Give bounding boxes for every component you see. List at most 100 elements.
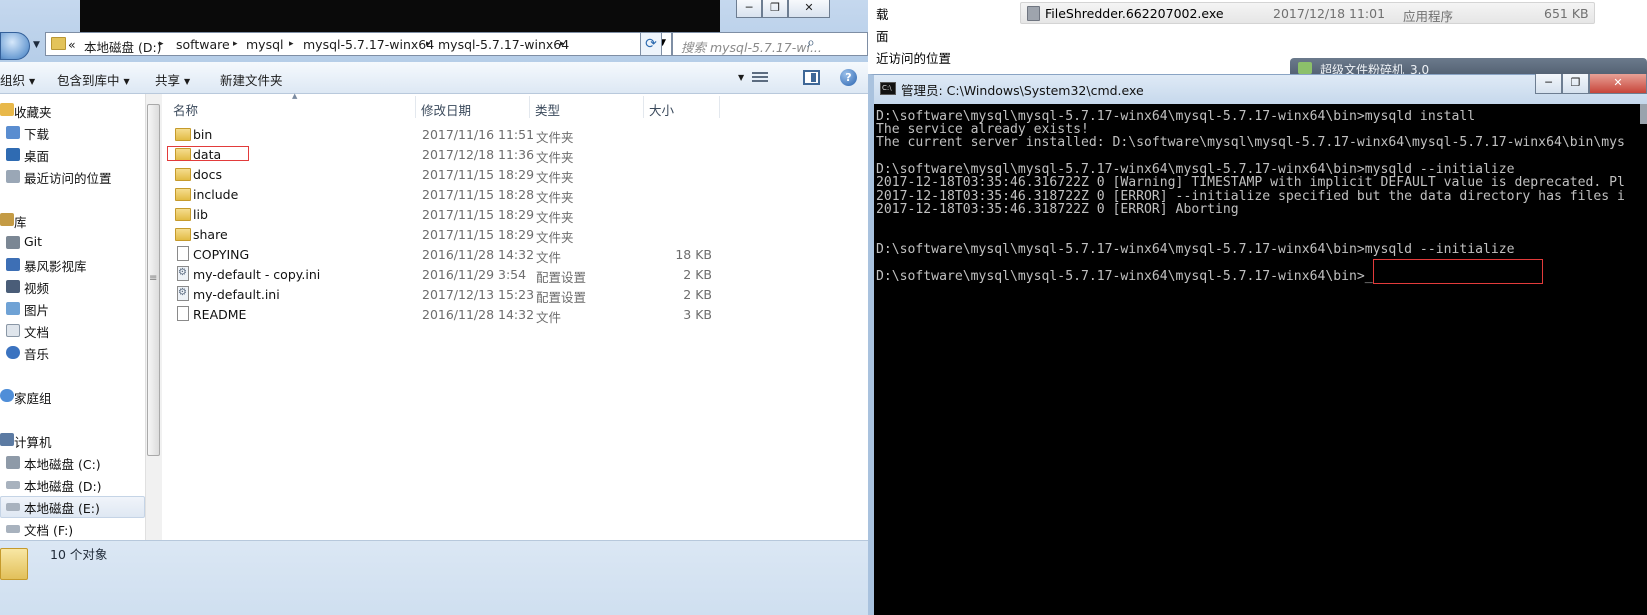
cmd-minimize-button[interactable]: ─ <box>1535 74 1562 94</box>
back-button[interactable] <box>0 32 30 60</box>
nav-item-desktop[interactable]: 桌面 <box>24 146 49 165</box>
view-dropdown-icon[interactable]: ▼ <box>738 73 744 82</box>
folder-icon <box>175 168 191 181</box>
organize-menu[interactable]: 组织 ▼ <box>0 70 35 89</box>
cmd-line: D:\software\mysql\mysql-5.7.17-winx64\my… <box>876 242 1515 257</box>
cmd-title: 管理员: C:\Windows\System32\cmd.exe <box>901 83 1144 98</box>
nav-scrollbar-thumb[interactable] <box>147 104 160 456</box>
shredder-app-icon <box>1298 62 1312 74</box>
column-divider[interactable] <box>415 96 416 118</box>
breadcrumb-mysql-5717[interactable]: mysql-5.7.17-winx64 <box>303 37 434 52</box>
file-row[interactable]: COPYING 2016/11/28 14:32 文件 18 KB <box>172 244 732 265</box>
nav-item-drive-e[interactable]: 本地磁盘 (E:) <box>24 498 100 517</box>
preview-pane-icon[interactable] <box>803 70 820 85</box>
cmd-output[interactable]: D:\software\mysql\mysql-5.7.17-winx64\my… <box>876 110 1647 615</box>
pictures-icon <box>6 302 20 315</box>
nav-item-downloads[interactable]: 下载 <box>24 124 49 143</box>
nav-item-storm[interactable]: 暴风影视库 <box>24 256 87 275</box>
cmd-close-button[interactable]: ✕ <box>1589 74 1647 94</box>
drive-d-icon <box>6 481 20 489</box>
nav-item-drive-f[interactable]: 文档 (F:) <box>24 520 73 539</box>
file-row[interactable]: docs 2017/11/15 18:29 文件夹 <box>172 164 732 185</box>
nav-item-recent[interactable]: 最近访问的位置 <box>24 168 112 187</box>
file-row[interactable]: lib 2017/11/15 18:29 文件夹 <box>172 204 732 225</box>
column-header-name[interactable]: 名称 <box>173 100 198 119</box>
nav-item-computer[interactable]: 计算机 <box>14 432 52 451</box>
file-name: README <box>193 307 247 322</box>
settings-file-icon <box>177 286 189 301</box>
breadcrumb-arrow-icon[interactable]: ▸ <box>560 39 565 49</box>
file-name: share <box>193 227 228 242</box>
nav-item-drive-c[interactable]: 本地磁盘 (C:) <box>24 454 101 473</box>
breadcrumb-mysql[interactable]: mysql <box>246 37 284 52</box>
file-date: 2017/11/16 11:51 <box>422 127 535 142</box>
background-file-row[interactable]: FileShredder.662207002.exe 2017/12/18 11… <box>1020 2 1595 24</box>
refresh-button[interactable]: ⟳ <box>640 32 662 56</box>
breadcrumb-mysql-5717-inner[interactable]: mysql-5.7.17-winx64 <box>438 37 569 52</box>
column-divider[interactable] <box>529 96 530 118</box>
file-date: 2017/12/18 11:36 <box>422 147 535 162</box>
favorites-star-icon <box>0 103 14 116</box>
bg-nav-item-recent[interactable]: 近访问的位置 <box>876 48 951 67</box>
desktop-icon <box>6 148 20 161</box>
nav-item-documents[interactable]: 文档 <box>24 322 49 341</box>
search-icon[interactable]: ⌕ <box>807 35 815 51</box>
cmd-line: D:\software\mysql\mysql-5.7.17-winx64\my… <box>876 269 1373 284</box>
cmd-maximize-button[interactable]: ❐ <box>1562 74 1589 94</box>
libraries-icon <box>0 213 14 226</box>
file-row[interactable]: data 2017/12/18 11:36 文件夹 <box>172 144 732 165</box>
breadcrumb-software[interactable]: software <box>176 37 230 52</box>
search-placeholder: 搜索 mysql-5.7.17-wi... <box>681 40 822 55</box>
history-dropdown-icon[interactable]: ▼ <box>33 40 40 50</box>
column-divider[interactable] <box>719 96 720 118</box>
nav-item-favorites[interactable]: 收藏夹 <box>14 102 52 121</box>
breadcrumb-arrow-icon[interactable]: ▸ <box>289 39 294 49</box>
nav-item-music[interactable]: 音乐 <box>24 344 49 363</box>
nav-item-git[interactable]: Git <box>24 234 42 249</box>
breadcrumb-arrow-icon[interactable]: ▸ <box>233 39 238 49</box>
breadcrumb-overflow[interactable]: « <box>68 37 76 52</box>
minimize-button[interactable]: ─ <box>736 0 762 18</box>
column-header-size[interactable]: 大小 <box>649 100 674 119</box>
file-date: 2016/11/28 14:32 <box>422 307 535 322</box>
file-row[interactable]: my-default.ini2017/12/13 15:23配置设置2 KB <box>172 284 732 305</box>
nav-item-libraries[interactable]: 库 <box>14 212 27 231</box>
maximize-button[interactable]: ❐ <box>762 0 788 18</box>
include-in-library-menu[interactable]: 包含到库中 ▼ <box>57 70 130 89</box>
folder-icon <box>175 188 191 201</box>
nav-item-drive-d[interactable]: 本地磁盘 (D:) <box>24 476 102 495</box>
column-divider[interactable] <box>643 96 644 118</box>
item-count-text: 10 个对象 <box>50 547 108 562</box>
search-input[interactable]: 搜索 mysql-5.7.17-wi... ⌕ <box>672 32 868 56</box>
file-row[interactable]: include 2017/11/15 18:28 文件夹 <box>172 184 732 205</box>
bg-nav-item-downloads[interactable]: 载 <box>876 4 889 23</box>
git-library-icon <box>6 236 20 249</box>
file-row[interactable]: bin 2017/11/16 11:51 文件夹 <box>172 124 732 145</box>
nav-item-video[interactable]: 视频 <box>24 278 49 297</box>
new-folder-button[interactable]: 新建文件夹 <box>220 70 283 89</box>
help-icon[interactable]: ? <box>840 69 857 86</box>
breadcrumb-arrow-icon[interactable]: ▸ <box>426 39 431 49</box>
share-menu[interactable]: 共享 ▼ <box>155 70 190 89</box>
nav-item-homegroup[interactable]: 家庭组 <box>14 388 52 407</box>
bg-nav-item-desktop[interactable]: 面 <box>876 26 889 45</box>
nav-item-pictures[interactable]: 图片 <box>24 300 49 319</box>
documents-icon <box>6 324 20 337</box>
view-options-icon[interactable] <box>752 72 768 84</box>
column-header-date[interactable]: 修改日期 <box>421 100 471 119</box>
file-row[interactable]: README 2016/11/28 14:32 文件 3 KB <box>172 304 732 325</box>
cmd-line: The current server installed: D:\softwar… <box>876 135 1625 150</box>
exe-file-icon <box>1027 6 1040 21</box>
file-row[interactable]: my-default - copy.ini2016/11/29 3:54配置设置… <box>172 264 732 285</box>
file-icon <box>177 306 189 321</box>
sort-ascending-icon: ▲ <box>292 92 298 100</box>
bg-file-type: 应用程序 <box>1403 9 1454 24</box>
video-icon <box>6 280 20 293</box>
address-bar[interactable]: « 本地磁盘 (D:) ▸ software ▸ mysql ▸ mysql-5… <box>45 32 672 56</box>
file-row[interactable]: share 2017/11/15 18:29 文件夹 <box>172 224 732 245</box>
column-header-type[interactable]: 类型 <box>535 100 560 119</box>
file-date: 2016/11/29 3:54 <box>422 267 527 282</box>
close-button[interactable]: ✕ <box>788 0 830 18</box>
breadcrumb-drive-d[interactable]: 本地磁盘 (D:) <box>84 37 162 56</box>
breadcrumb-arrow-icon[interactable]: ▸ <box>159 39 164 49</box>
